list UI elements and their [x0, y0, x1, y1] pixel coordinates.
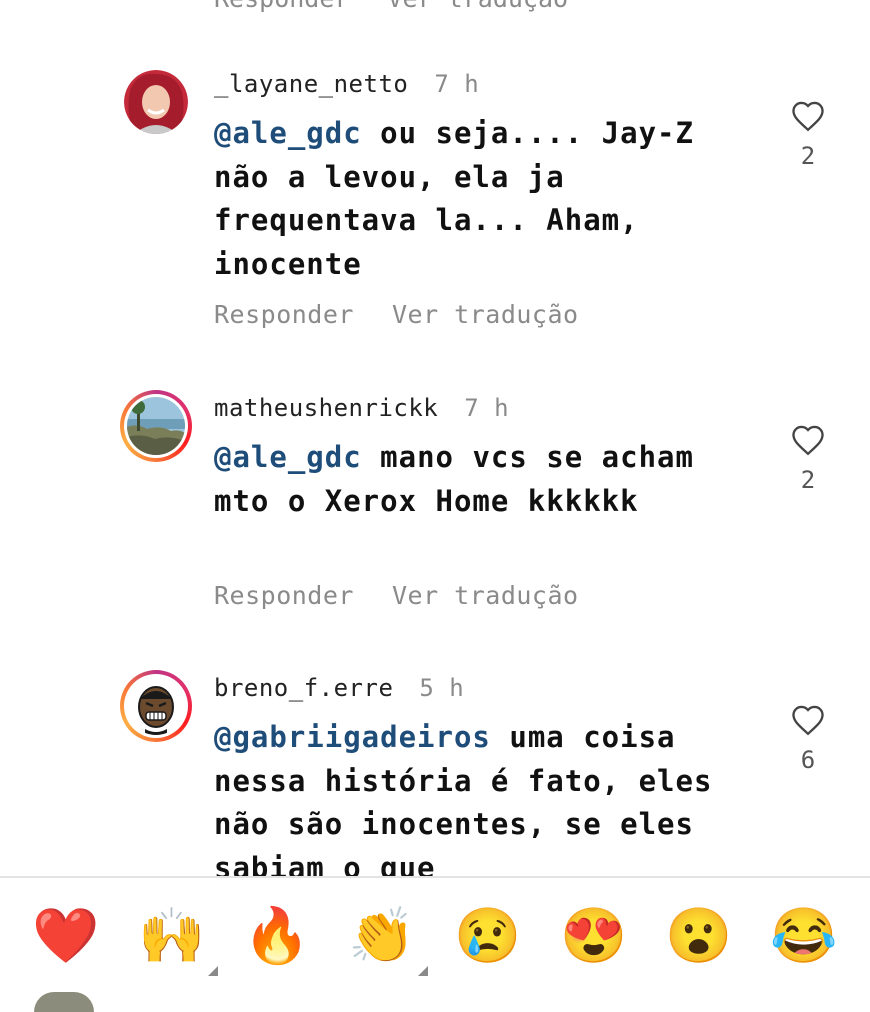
avatar-story-ring[interactable]	[120, 390, 192, 462]
like-control: 2	[788, 100, 828, 170]
emoji-reaction-bar: ❤️ 🙌 🔥 👏 😢 😍 😮 😂	[0, 876, 870, 1002]
comment-actions: Responder Ver tradução	[214, 300, 579, 329]
comments-feed: Responder Ver tradução _layane_netto 7 h @…	[0, 0, 870, 876]
comment-actions: Responder Ver tradução	[214, 581, 579, 610]
reply-button[interactable]: Responder	[214, 581, 354, 610]
comment-text: @ale_gdc ou seja.... Jay-Z não a levou, …	[214, 112, 754, 286]
mention-link[interactable]: @ale_gdc	[214, 116, 362, 150]
reply-button[interactable]: Responder	[214, 0, 349, 13]
comment-text: @ale_gdc mano vcs se acham mto o Xerox H…	[214, 436, 754, 523]
timestamp: 5 h	[419, 674, 465, 702]
mention-link[interactable]: @gabriigadeiros	[214, 720, 491, 754]
timestamp: 7 h	[434, 70, 480, 98]
like-count: 6	[800, 746, 816, 774]
like-count: 2	[800, 466, 816, 494]
previous-comment-actions: Responder Ver tradução	[214, 0, 606, 13]
skin-tone-indicator-icon	[208, 966, 218, 976]
heart-outline-icon[interactable]	[790, 424, 826, 456]
avatar[interactable]	[124, 70, 188, 134]
emoji-glyph: 🙌	[138, 904, 206, 967]
like-count: 2	[800, 142, 816, 170]
emoji-raising-hands-button[interactable]: 🙌	[138, 902, 218, 976]
heart-outline-icon[interactable]	[790, 704, 826, 736]
username[interactable]: matheushenrickk	[214, 394, 438, 422]
emoji-clapping-hands-button[interactable]: 👏	[348, 902, 428, 976]
current-user-avatar[interactable]	[34, 992, 94, 1012]
avatar-story-ring[interactable]	[120, 670, 192, 742]
username[interactable]: breno_f.erre	[214, 674, 393, 702]
username[interactable]: _layane_netto	[214, 70, 408, 98]
heart-outline-icon[interactable]	[790, 100, 826, 132]
comment-meta: breno_f.erre 5 h	[214, 674, 464, 702]
timestamp: 7 h	[464, 394, 510, 422]
reply-button[interactable]: Responder	[214, 300, 354, 329]
emoji-red-heart-button[interactable]: ❤️	[32, 902, 100, 970]
translate-button[interactable]: Ver tradução	[387, 0, 568, 13]
emoji-surprised-face-button[interactable]: 😮	[665, 902, 733, 970]
comment-meta: matheushenrickk 7 h	[214, 394, 509, 422]
comment-text: @gabriigadeiros uma coisa nessa história…	[214, 716, 754, 876]
comment-meta: _layane_netto 7 h	[214, 70, 479, 98]
mention-link[interactable]: @ale_gdc	[214, 440, 362, 474]
emoji-heart-eyes-button[interactable]: 😍	[560, 902, 628, 970]
emoji-fire-button[interactable]: 🔥	[243, 902, 311, 970]
avatar	[127, 397, 185, 455]
emoji-crying-face-button[interactable]: 😢	[454, 902, 522, 970]
translate-button[interactable]: Ver tradução	[392, 300, 579, 329]
like-control: 6	[788, 704, 828, 774]
like-control: 2	[788, 424, 828, 494]
translate-button[interactable]: Ver tradução	[392, 581, 579, 610]
skin-tone-indicator-icon	[418, 966, 428, 976]
emoji-tears-of-joy-button[interactable]: 😂	[770, 902, 838, 970]
avatar	[127, 677, 185, 735]
emoji-glyph: 👏	[348, 904, 416, 967]
